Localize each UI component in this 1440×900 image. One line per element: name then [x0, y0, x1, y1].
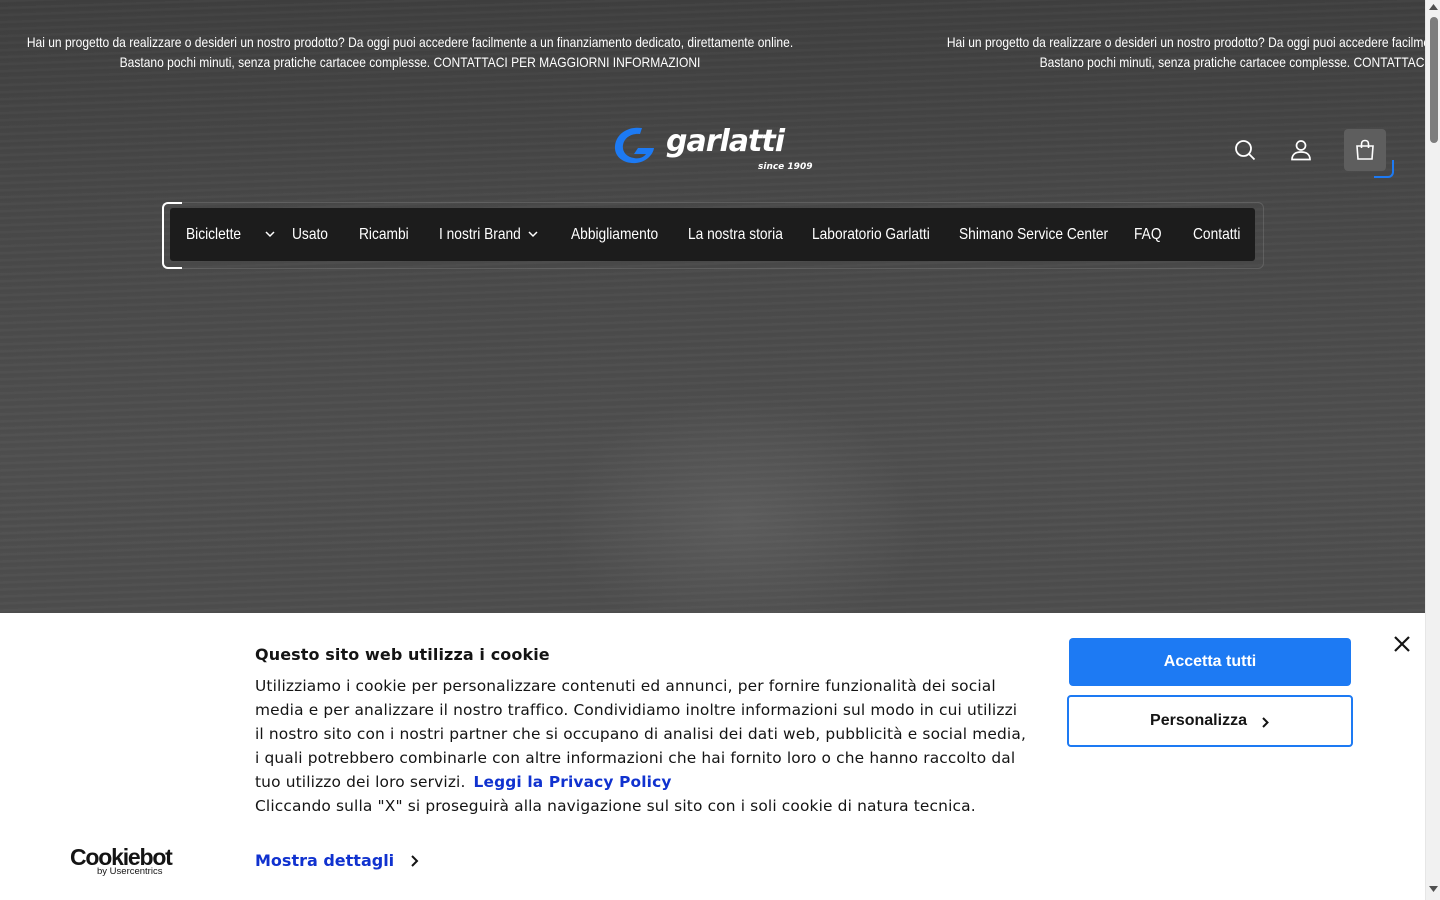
announcement-bar: Hai un progetto da realizzare o desideri… [0, 30, 1425, 74]
nav-item-label: I nostri Brand [439, 225, 521, 243]
nav-item-label: Abbigliamento [571, 225, 659, 243]
nav-item-label: Contatti [1193, 225, 1241, 243]
garlatti-logo[interactable]: garlatti since 1909 [612, 122, 816, 178]
close-icon[interactable] [1392, 634, 1412, 654]
nav-item-shimano-service-center[interactable]: Shimano Service Center [959, 208, 1132, 261]
nav-item-label: Shimano Service Center [959, 225, 1109, 243]
announcement-message[interactable]: Hai un progetto da realizzare o desideri… [14, 32, 805, 72]
logo-tagline: since 1909 [758, 162, 813, 172]
page-scrollbar[interactable] [1425, 0, 1440, 900]
account-button[interactable] [1281, 130, 1321, 170]
main-nav: Biciclette Usato Ricambi I nostri Brand … [170, 208, 1255, 261]
nav-item-label: Biciclette [186, 225, 242, 243]
nav-item-label: Usato [292, 225, 328, 243]
show-details-label: Mostra dettagli [255, 851, 395, 870]
nav-item-ricambi[interactable]: Ricambi [359, 208, 417, 261]
customize-button[interactable]: Personalizza [1067, 695, 1353, 747]
search-button[interactable] [1225, 130, 1265, 170]
cookie-body-line: il nostro sito con i nostri partner che … [255, 725, 1026, 743]
cookie-body-line: Utilizziamo i cookie per personalizzare … [255, 677, 996, 695]
cookiebot-logo: Cookiebot by Usercentrics [70, 845, 180, 879]
chevron-right-icon [1262, 717, 1269, 728]
announcement-message-repeat[interactable]: Hai un progetto da realizzare o desideri… [934, 32, 1425, 72]
nav-item-abbigliamento[interactable]: Abbigliamento [571, 208, 672, 261]
nav-item-laboratorio-garlatti[interactable]: Laboratorio Garlatti [812, 208, 949, 261]
scroll-up-icon[interactable] [1429, 4, 1438, 10]
cookie-banner: Questo sito web utilizza i cookie Utiliz… [0, 613, 1425, 900]
logo-wordmark: garlatti [666, 124, 785, 159]
show-details-link[interactable]: Mostra dettagli [255, 851, 420, 870]
nav-item-biciclette[interactable]: Biciclette [186, 208, 275, 261]
scrollbar-thumb[interactable] [1430, 17, 1438, 143]
nav-item-contatti[interactable]: Contatti [1193, 208, 1248, 261]
chevron-down-icon [528, 231, 538, 238]
search-icon [1235, 140, 1256, 161]
announcement-line-1: Hai un progetto da realizzare o desideri… [26, 34, 794, 50]
page: Hai un progetto da realizzare o desideri… [0, 0, 1425, 900]
accept-all-button[interactable]: Accetta tutti [1069, 638, 1351, 686]
cookie-body-line-with-link: tuo utilizzo dei loro servizi. Leggi la P… [255, 770, 1055, 794]
customize-label: Personalizza [1150, 712, 1247, 729]
cart-icon [1356, 139, 1374, 160]
chevron-down-icon [265, 231, 275, 238]
nav-item-la-nostra-storia[interactable]: La nostra storia [688, 208, 798, 261]
cookie-body: Utilizziamo i cookie per personalizzare … [255, 674, 1055, 818]
nav-item-faq[interactable]: FAQ [1134, 208, 1166, 261]
cookie-close-note: Cliccando sulla "X" si proseguirà alla n… [255, 797, 976, 815]
cart-focus-accent [1374, 160, 1394, 178]
announcement-line-1: Hai un progetto da realizzare o desideri… [946, 34, 1425, 50]
nav-item-label: FAQ [1134, 225, 1162, 243]
chevron-right-icon [411, 854, 419, 867]
cookiebot-subtitle: by Usercentrics [97, 866, 163, 877]
announcement-line-2: Bastano pochi minuti, senza pratiche car… [1039, 54, 1425, 70]
scroll-down-icon[interactable] [1429, 886, 1438, 892]
cookie-body-line: i quali potrebbero combinarle con altre … [255, 749, 1016, 767]
cookie-body-line: tuo utilizzo dei loro servizi. [255, 773, 466, 791]
account-icon [1291, 140, 1311, 161]
privacy-policy-link[interactable]: Leggi la Privacy Policy [474, 773, 672, 791]
nav-item-usato[interactable]: Usato [292, 208, 334, 261]
nav-item-label: Ricambi [359, 225, 409, 243]
nav-item-label: La nostra storia [688, 225, 783, 243]
cookie-title: Questo sito web utilizza i cookie [255, 645, 550, 664]
cookie-body-line: media e per analizzare il nostro traffic… [255, 701, 1018, 719]
nav-item-i-nostri-brand[interactable]: I nostri Brand [439, 208, 538, 261]
garlatti-swirl-icon [614, 127, 654, 164]
nav-item-label: Laboratorio Garlatti [812, 225, 930, 243]
announcement-line-2: Bastano pochi minuti, senza pratiche car… [119, 54, 701, 70]
